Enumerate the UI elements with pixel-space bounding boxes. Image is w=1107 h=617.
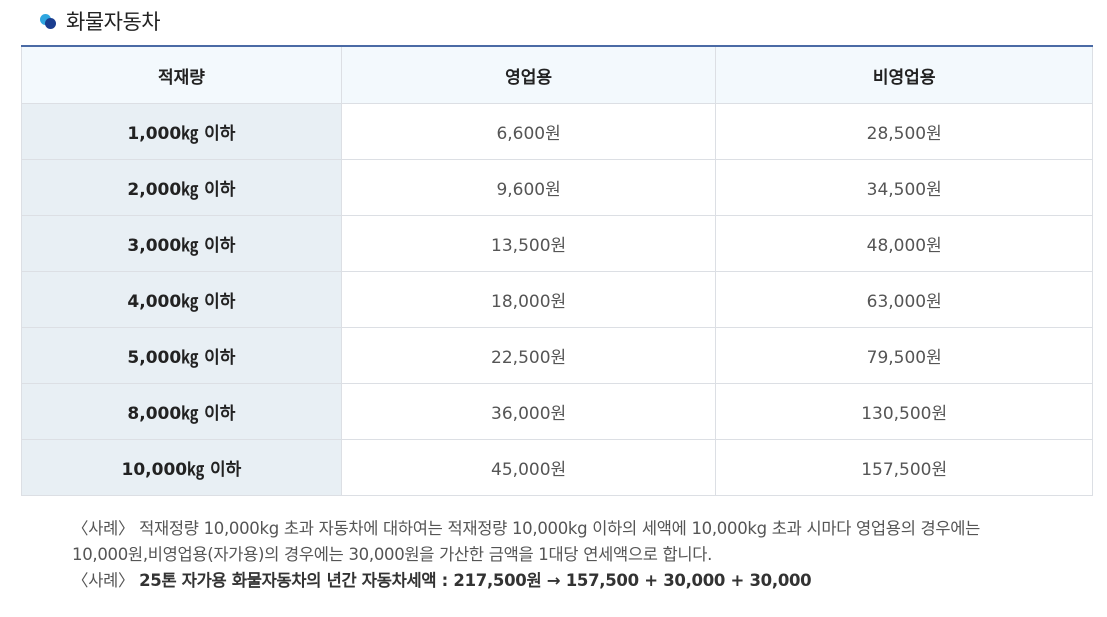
section-header: 화물자동차 — [40, 6, 161, 36]
bullet-icon — [40, 12, 58, 30]
weight-cell: 4,000㎏ 이하 — [21, 271, 342, 328]
header-noncommercial: 비영업용 — [715, 45, 1093, 104]
weight-cell: 3,000㎏ 이하 — [21, 215, 342, 272]
noncommercial-cell: 63,000원 — [715, 271, 1093, 328]
weight-cell: 1,000㎏ 이하 — [21, 103, 342, 160]
table-row: 8,000㎏ 이하 36,000원 130,500원 — [21, 383, 1093, 440]
commercial-cell: 13,500원 — [340, 215, 717, 272]
noncommercial-cell: 28,500원 — [715, 103, 1093, 160]
table-row: 4,000㎏ 이하 18,000원 63,000원 — [21, 271, 1093, 328]
commercial-cell: 18,000원 — [340, 271, 717, 328]
noncommercial-cell: 157,500원 — [715, 439, 1093, 496]
note-line-3-prefix: 〈사례〉 — [72, 571, 140, 590]
table-row: 3,000㎏ 이하 13,500원 48,000원 — [21, 215, 1093, 272]
commercial-cell: 36,000원 — [340, 383, 717, 440]
table-row: 1,000㎏ 이하 6,600원 28,500원 — [21, 103, 1093, 160]
commercial-cell: 45,000원 — [340, 439, 717, 496]
noncommercial-cell: 79,500원 — [715, 327, 1093, 384]
section-title: 화물자동차 — [66, 10, 161, 34]
example-notes: 〈사례〉 적재정량 10,000kg 초과 자동차에 대하여는 적재정량 10,… — [72, 516, 1082, 594]
header-commercial: 영업용 — [340, 45, 717, 104]
note-line-3: 〈사례〉 25톤 자가용 화물자동차의 년간 자동차세액 : 217,500원 … — [72, 568, 1082, 594]
weight-cell: 2,000㎏ 이하 — [21, 159, 342, 216]
noncommercial-cell: 34,500원 — [715, 159, 1093, 216]
cargo-vehicle-tax-table: 적재량 영업용 비영업용 1,000㎏ 이하 6,600원 28,500원 2,… — [21, 45, 1093, 496]
weight-cell: 10,000㎏ 이하 — [21, 439, 342, 496]
commercial-cell: 22,500원 — [340, 327, 717, 384]
table-row: 2,000㎏ 이하 9,600원 34,500원 — [21, 159, 1093, 216]
table-row: 10,000㎏ 이하 45,000원 157,500원 — [21, 439, 1093, 496]
note-line-1: 〈사례〉 적재정량 10,000kg 초과 자동차에 대하여는 적재정량 10,… — [72, 519, 981, 538]
weight-cell: 8,000㎏ 이하 — [21, 383, 342, 440]
table-row: 5,000㎏ 이하 22,500원 79,500원 — [21, 327, 1093, 384]
noncommercial-cell: 48,000원 — [715, 215, 1093, 272]
note-line-2: 10,000원,비영업용(자가용)의 경우에는 30,000원을 가산한 금액을… — [72, 545, 713, 564]
noncommercial-cell: 130,500원 — [715, 383, 1093, 440]
note-line-3-example: 25톤 자가용 화물자동차의 년간 자동차세액 : 217,500원 → 157… — [139, 571, 812, 590]
header-load-capacity: 적재량 — [21, 45, 342, 104]
commercial-cell: 9,600원 — [340, 159, 717, 216]
weight-cell: 5,000㎏ 이하 — [21, 327, 342, 384]
table-header-row: 적재량 영업용 비영업용 — [21, 45, 1093, 104]
commercial-cell: 6,600원 — [340, 103, 717, 160]
